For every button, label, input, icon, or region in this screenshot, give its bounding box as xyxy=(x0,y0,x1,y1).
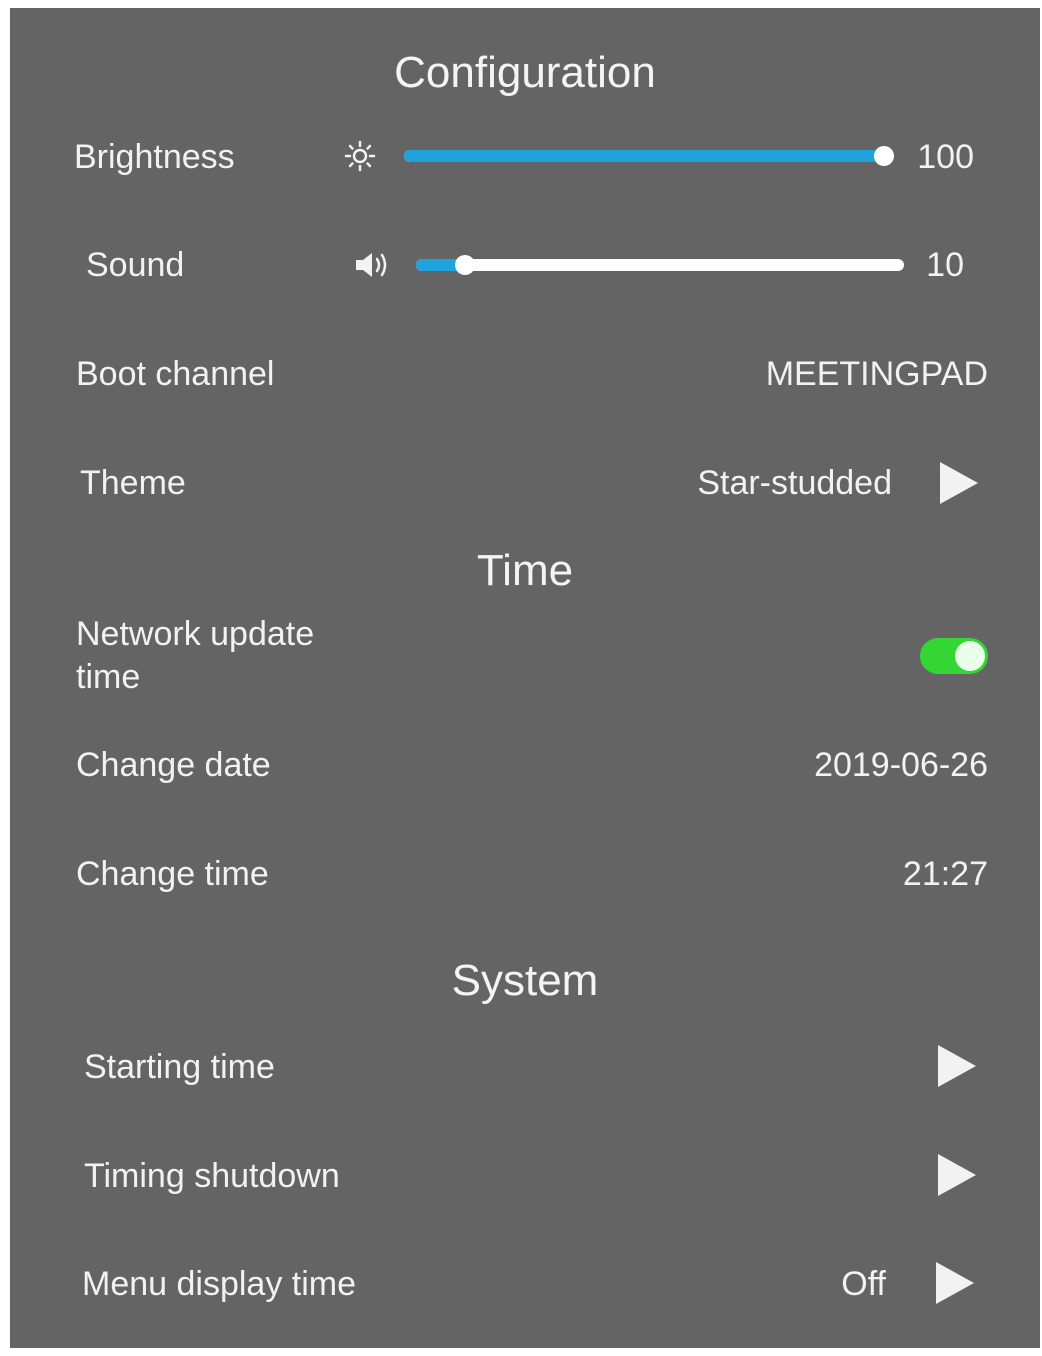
menu-display-time-play-arrow-icon[interactable] xyxy=(936,1262,974,1304)
brightness-value: 100 xyxy=(917,138,974,176)
timing-shutdown-play-arrow-icon[interactable] xyxy=(938,1154,976,1196)
change-date-label[interactable]: Change date xyxy=(76,746,271,785)
brightness-slider[interactable] xyxy=(404,146,894,166)
theme-label[interactable]: Theme xyxy=(80,464,186,503)
menu-display-time-value[interactable]: Off xyxy=(770,1265,886,1304)
brightness-slider-fill xyxy=(404,150,884,162)
theme-play-arrow-icon[interactable] xyxy=(940,462,978,504)
starting-time-play-arrow-icon[interactable] xyxy=(938,1045,976,1087)
time-title: Time xyxy=(476,546,574,595)
sound-label: Sound xyxy=(86,246,185,284)
toggle-knob xyxy=(955,641,985,671)
timing-shutdown-label[interactable]: Timing shutdown xyxy=(84,1157,340,1196)
brightness-label: Brightness xyxy=(74,138,235,176)
sun-icon xyxy=(344,140,376,172)
starting-time-label[interactable]: Starting time xyxy=(84,1048,275,1087)
configuration-title: Configuration xyxy=(394,48,656,97)
sound-slider-handle[interactable] xyxy=(454,255,475,275)
theme-value[interactable]: Star-studded xyxy=(570,464,892,503)
change-date-value[interactable]: 2019-06-26 xyxy=(710,746,988,785)
boot-channel-label[interactable]: Boot channel xyxy=(76,355,275,394)
boot-channel-value[interactable]: MEETINGPAD xyxy=(650,355,988,394)
network-update-label-line1: Network update xyxy=(76,615,315,653)
settings-panel: Configuration Brightness 100 Sound 10 Bo… xyxy=(10,8,1040,1348)
system-title: System xyxy=(451,956,599,1005)
speaker-icon xyxy=(356,253,387,277)
network-update-label-line2: time xyxy=(76,658,141,696)
sound-value: 10 xyxy=(926,246,964,284)
menu-display-time-label[interactable]: Menu display time xyxy=(82,1265,356,1304)
sound-slider[interactable] xyxy=(416,255,904,275)
change-time-label[interactable]: Change time xyxy=(76,855,269,894)
change-time-value[interactable]: 21:27 xyxy=(770,855,988,894)
network-update-time-toggle[interactable] xyxy=(920,638,988,674)
